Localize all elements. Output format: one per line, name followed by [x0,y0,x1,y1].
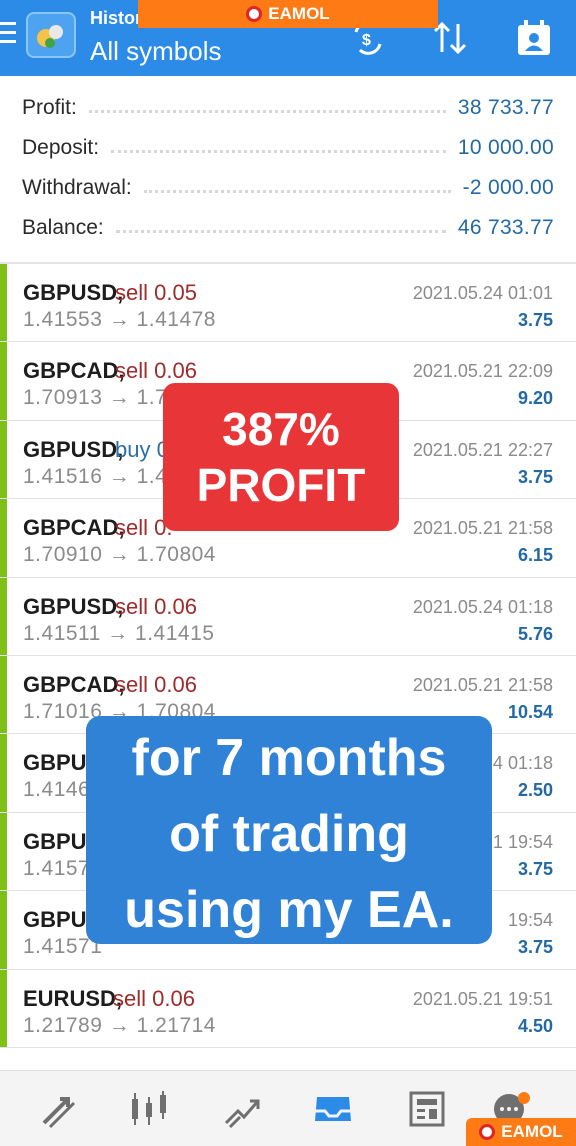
deal-prices: 1.41553 → 1.41478 [23,308,216,331]
deal-row[interactable]: GBPUSD, sell 0.05 1.41553 → 1.41478 2021… [0,264,576,343]
deal-profit: 3.75 [517,858,553,879]
watermark-banner: EAMOL [138,0,438,28]
calendar-icon[interactable] [512,16,556,60]
summary-row-profit: Profit: 38 733.77 [0,88,576,128]
deal-profit: 4.50 [517,1015,553,1036]
leader-dots [143,189,451,193]
leader-dots [88,109,446,113]
promo-profit-badge: 387% PROFIT [163,383,399,531]
summary-label: Balance: [22,216,104,239]
promo-line: for 7 months [131,729,447,787]
deal-time: 2021.05.21 22:09 [412,361,553,382]
deal-marker [0,891,7,969]
summary-label: Profit: [22,96,77,119]
promo-percent: 387% [222,403,340,455]
deal-time: 2021.05.21 19:51 [412,988,553,1009]
chart-icon[interactable] [126,1087,172,1131]
deal-time: 2021.05.24 01:18 [412,596,553,617]
deal-marker [0,577,7,655]
deal-type: sell 0.06 [113,985,195,1011]
quotes-icon[interactable] [36,1087,82,1131]
deal-type: buy 0 [115,436,169,462]
deal-type: sell 0.06 [115,671,197,697]
deal-marker [0,264,7,342]
deal-profit: 5.76 [517,623,553,644]
deal-time: 19:54 [507,910,553,931]
deal-symbol: GBPUSD, [23,436,124,462]
deal-symbol: GBPUSD, [23,593,124,619]
history-icon[interactable] [310,1087,356,1131]
deal-time: 2021.05.24 01:01 [412,283,553,303]
deal-row[interactable]: EURUSD, sell 0.06 1.21789 → 1.21714 2021… [0,969,576,1048]
deal-symbol: GBPUSD, [23,280,124,305]
deal-prices: 1.21789 → 1.21714 [23,1013,216,1037]
deal-prices: 1.4146 [23,778,91,802]
summary-row-balance: Balance: 46 733.77 [0,208,576,248]
deal-prices: 1.70910 → 1.70804 [23,543,216,567]
watermark-badge: EAMOL [466,1118,576,1146]
deal-profit: 3.75 [517,466,553,487]
deal-symbol: EURUSD, [23,985,123,1011]
deal-profit: 6.15 [517,545,553,566]
deal-profit: 10.54 [507,701,553,722]
summary-value: -2 000.00 [462,176,554,199]
deal-symbol: GBPCAD, [23,515,125,541]
deal-marker [0,812,7,891]
deal-time: 2021.05.21 21:58 [412,518,553,539]
deal-marker [0,969,7,1047]
deal-time: 24 01:18 [482,753,553,774]
watermark-brand: EAMOL [501,1122,563,1141]
deal-prices: 1.41511 → 1.41415 [23,621,215,645]
news-icon[interactable] [404,1087,450,1131]
deal-type: sell 0.06 [115,358,197,384]
deal-profit: 2.50 [517,780,553,801]
menu-icon[interactable] [0,22,16,48]
deal-marker [0,655,7,734]
deal-profit: 3.75 [517,310,553,330]
summary-row-withdrawal: Withdrawal: -2 000.00 [0,168,576,208]
account-summary: Profit: 38 733.77 Deposit: 10 000.00 Wit… [0,88,576,248]
summary-value: 10 000.00 [457,136,554,159]
deal-profit: 3.75 [517,937,553,958]
deal-marker [0,420,7,499]
deal-row[interactable]: GBPUSD, sell 0.06 1.41511 → 1.41415 2021… [0,577,576,656]
promo-caption: for 7 months of trading using my EA. [86,716,492,944]
summary-label: Withdrawal: [22,176,132,199]
summary-value: 38 733.77 [457,96,554,119]
deal-type: sell 0.05 [115,280,197,305]
brand-logo-icon [246,6,263,22]
deal-time: 2021.05.21 22:27 [412,439,553,460]
deal-prices: 1.41516 → 1.4 [23,464,168,488]
brand-logo-icon [479,1124,496,1140]
svg-text:$: $ [362,32,371,49]
deal-marker [0,734,7,812]
deal-time: 2021.05.21 21:58 [412,674,553,695]
deal-prices: 1.70913 → 1.7 [23,386,168,410]
deal-prices: 1.4157 [23,856,91,880]
leader-dots [111,149,446,153]
promo-line: of trading [169,805,409,863]
promo-line: using my EA. [124,881,454,939]
deal-marker [0,499,7,577]
deal-symbol: GBPCAD, [23,671,125,697]
deal-type: sell 0.06 [115,593,197,619]
deal-symbol: GBPCAD, [23,358,125,384]
summary-row-deposit: Deposit: 10 000.00 [0,128,576,168]
deal-marker [0,342,7,420]
leader-dots [115,229,446,233]
deal-profit: 9.20 [517,388,553,409]
watermark-brand: EAMOL [268,4,330,23]
summary-label: Deposit: [22,136,100,159]
promo-profit-word: PROFIT [196,459,366,511]
trade-icon[interactable] [220,1087,266,1131]
app-logo [26,12,76,58]
symbol-filter[interactable]: All symbols [90,36,221,67]
summary-value: 46 733.77 [457,216,554,239]
